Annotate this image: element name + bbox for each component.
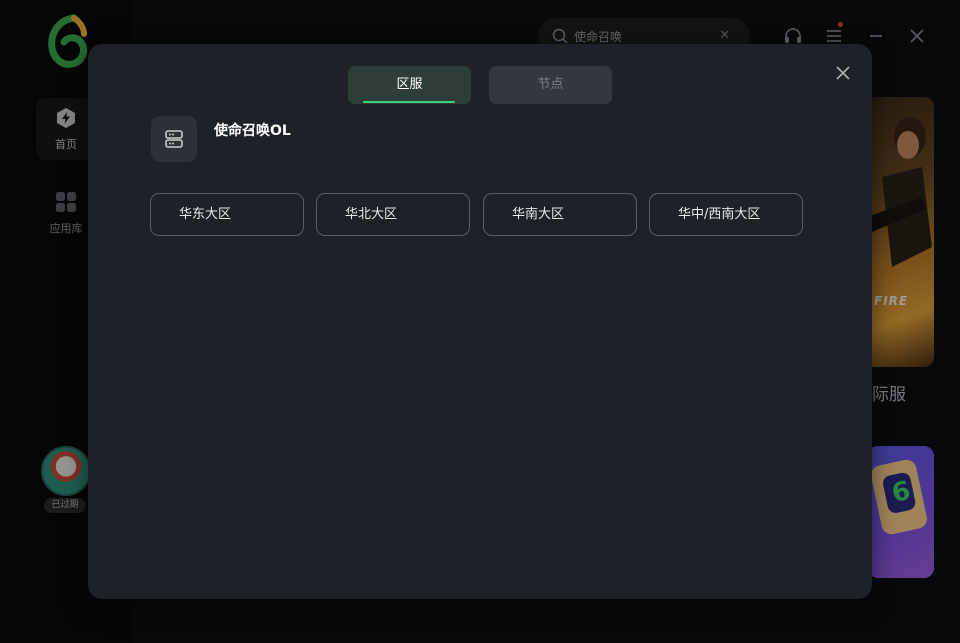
active-tab-indicator xyxy=(363,101,455,103)
tab-region-server[interactable]: 区服 xyxy=(348,66,471,104)
region-button-north[interactable]: 华北大区 xyxy=(316,193,470,236)
tab-label: 区服 xyxy=(396,77,423,92)
game-icon xyxy=(151,116,197,162)
region-button-east[interactable]: 华东大区 xyxy=(150,193,304,236)
tab-label: 节点 xyxy=(537,77,564,92)
region-button-central-southwest[interactable]: 华中/西南大区 xyxy=(649,193,803,236)
server-stack-icon xyxy=(165,130,183,148)
region-button-south[interactable]: 华南大区 xyxy=(483,193,637,236)
close-icon[interactable] xyxy=(834,64,852,82)
tab-node[interactable]: 节点 xyxy=(489,66,612,104)
game-title: 使命召唤OL xyxy=(214,123,291,139)
region-select-dialog: 区服 节点 使命召唤OL 华东大区 华北大区 华南大区 华中/西南大区 xyxy=(88,44,872,599)
